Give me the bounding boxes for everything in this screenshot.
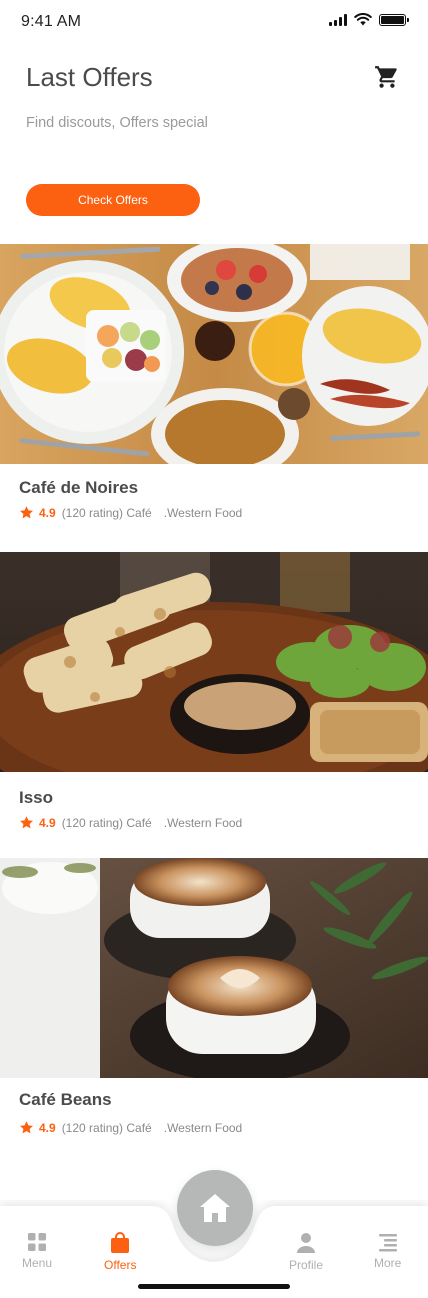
offer-name: Café de Noires	[19, 478, 139, 497]
offer-card[interactable]	[0, 552, 428, 772]
offer-name: Café Beans	[19, 1090, 112, 1109]
tab-profile[interactable]: Profile	[289, 1232, 323, 1272]
status-icons	[329, 13, 409, 26]
rating-count: (120 rating) Café	[61, 815, 152, 830]
home-button[interactable]	[177, 1170, 253, 1246]
wifi-icon	[354, 13, 372, 26]
rating-value: 4.9	[39, 815, 56, 830]
rating-count: (120 rating) Café	[61, 505, 152, 520]
cuisine: .Western Food	[163, 505, 243, 520]
tab-offers[interactable]: Offers	[104, 1232, 136, 1272]
offer-card[interactable]	[0, 858, 428, 1078]
offer-image-breakfast	[0, 244, 428, 464]
tab-more[interactable]: More	[374, 1232, 401, 1270]
home-icon	[200, 1194, 230, 1222]
star-icon	[20, 506, 33, 519]
cuisine: .Western Food	[163, 815, 243, 830]
cart-button[interactable]	[372, 62, 402, 92]
tab-label: Profile	[289, 1258, 324, 1272]
star-icon	[20, 1121, 33, 1134]
rating-value: 4.9	[39, 1120, 56, 1135]
rating-count: (120 rating) Café	[61, 1120, 152, 1135]
cuisine: .Western Food	[163, 1120, 243, 1135]
offer-meta: 4.9 (120 rating) Café .Western Food	[19, 815, 242, 830]
offer-image-grill	[0, 552, 428, 772]
tab-label: Menu	[22, 1256, 53, 1270]
star-icon	[20, 816, 33, 829]
cart-icon	[375, 66, 397, 88]
user-icon	[297, 1233, 315, 1253]
check-offers-button[interactable]: Check Offers	[26, 184, 200, 216]
offer-meta: 4.9 (120 rating) Café .Western Food	[19, 1120, 242, 1135]
page-subtitle: Find discouts, Offers special	[26, 115, 208, 131]
tab-label: More	[374, 1256, 402, 1270]
battery-icon	[379, 13, 409, 26]
status-time: 9:41 AM	[21, 13, 82, 30]
shopping-bag-icon	[111, 1232, 130, 1253]
menu-lines-icon	[378, 1234, 397, 1252]
offer-image-coffee	[0, 858, 428, 1078]
cellular-signal-icon	[329, 13, 347, 26]
offer-card[interactable]	[0, 244, 428, 464]
home-indicator	[138, 1284, 290, 1289]
tab-menu[interactable]: Menu	[22, 1232, 52, 1270]
tab-label: Offers	[104, 1258, 137, 1272]
grid-icon	[28, 1233, 47, 1251]
rating-value: 4.9	[39, 505, 56, 520]
status-bar: 9:41 AM	[0, 0, 428, 44]
offer-name: Isso	[19, 788, 54, 807]
offer-meta: 4.9 (120 rating) Café .Western Food	[19, 505, 242, 520]
page-title: Last Offers	[26, 62, 153, 92]
